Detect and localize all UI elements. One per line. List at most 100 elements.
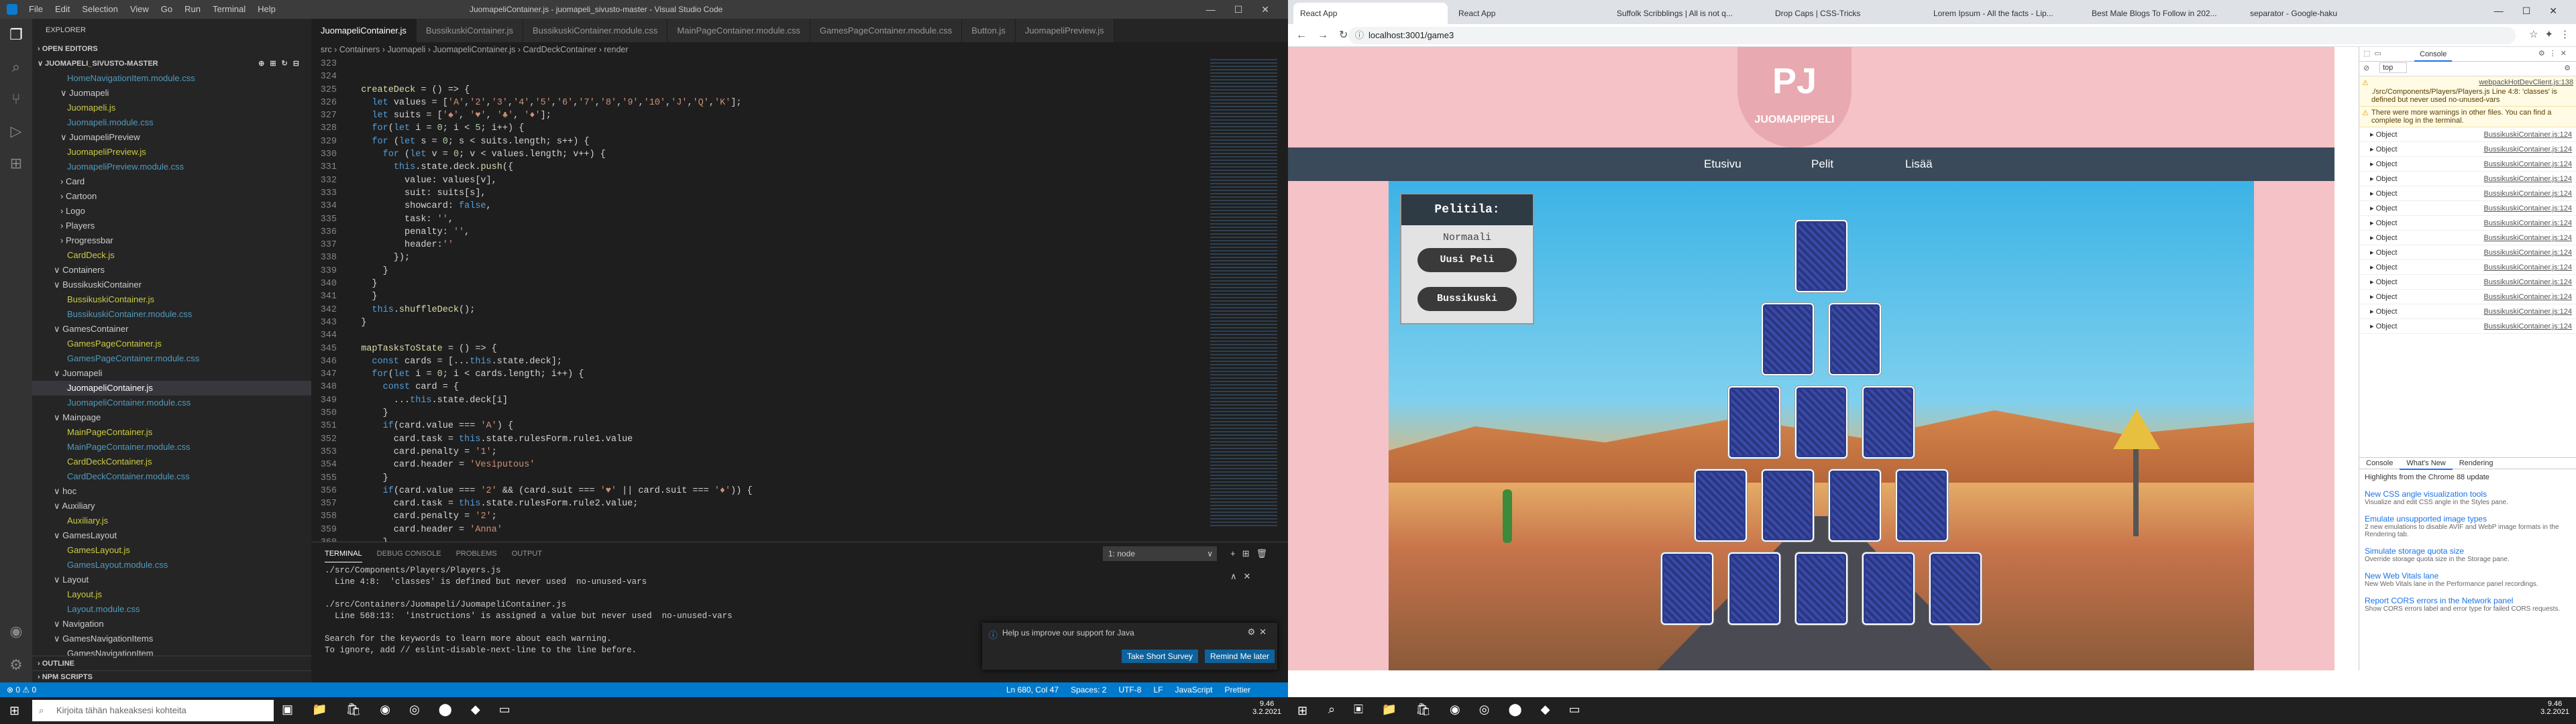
console-object-row[interactable]: ▸ Object BussikuskiContainer.js:124 — [2359, 319, 2576, 334]
playing-card-back[interactable] — [1896, 469, 1948, 542]
code-line[interactable]: 341 } — [311, 290, 1183, 303]
code-line[interactable]: 334 showcard: false, — [311, 200, 1183, 213]
search-icon[interactable]: ⌕ — [0, 51, 32, 83]
code-line[interactable]: 345 mapTasksToState = () => { — [311, 343, 1183, 355]
code-line[interactable]: 338 }); — [311, 251, 1183, 264]
tree-item[interactable]: GamesPageContainer.module.css — [32, 351, 311, 366]
object-source[interactable]: BussikuskiContainer.js:124 — [2484, 172, 2572, 186]
code-line[interactable]: 331 this.state.deck.push({ — [311, 161, 1183, 174]
code-line[interactable]: 350 } — [311, 407, 1183, 420]
tree-item[interactable]: MainPageContainer.js — [32, 425, 311, 440]
code-line[interactable]: 335 task: '', — [311, 213, 1183, 226]
news-title[interactable]: Report CORS errors in the Network panel — [2365, 596, 2566, 605]
news-item[interactable]: Simulate storage quota size Override stor… — [2365, 546, 2566, 563]
console-settings-icon[interactable]: ⚙ — [2564, 64, 2571, 72]
code-line[interactable]: 344 — [311, 329, 1183, 342]
code-line[interactable]: 356 if(card.value === '2' && (card.suit … — [311, 485, 1183, 497]
tree-item[interactable]: HomeNavigationItem.module.css — [32, 71, 311, 86]
terminal-select[interactable]: 1: node ∨ — [1103, 546, 1217, 561]
tree-item[interactable]: ∨ Layout — [32, 572, 311, 587]
object-source[interactable]: BussikuskiContainer.js:124 — [2484, 260, 2572, 275]
tree-item[interactable]: CardDeckContainer.js — [32, 455, 311, 469]
code-line[interactable]: 323 — [311, 58, 1183, 70]
menu-item-file[interactable]: File — [23, 0, 49, 19]
playing-card-back[interactable] — [1728, 552, 1780, 625]
console-object-row[interactable]: ▸ Object BussikuskiContainer.js:124 — [2359, 304, 2576, 319]
status-item[interactable]: UTF-8 — [1118, 685, 1141, 695]
menu-item-edit[interactable]: Edit — [49, 0, 76, 19]
code-line[interactable]: 348 const card = { — [311, 381, 1183, 394]
object-source[interactable]: BussikuskiContainer.js:124 — [2484, 275, 2572, 290]
object-source[interactable]: BussikuskiContainer.js:124 — [2484, 290, 2572, 304]
console-object-row[interactable]: ▸ Object BussikuskiContainer.js:124 — [2359, 231, 2576, 245]
object-source[interactable]: BussikuskiContainer.js:124 — [2484, 201, 2572, 216]
tree-item[interactable]: ∨ GamesContainer — [32, 322, 311, 337]
account-icon[interactable]: ◉ — [0, 615, 32, 648]
code-line[interactable]: 328 for(let i = 0; i < 5; i++) { — [311, 122, 1183, 135]
console-warning-2[interactable]: ⚠ There were more warnings in other files… — [2359, 107, 2576, 127]
console-object-row[interactable]: ▸ Object BussikuskiContainer.js:124 — [2359, 275, 2576, 290]
tree-item[interactable]: ∨ Containers — [32, 263, 311, 278]
tree-item[interactable]: JuomapeliPreview.js — [32, 145, 311, 160]
console-warning-1[interactable]: ⚠ webpackHotDevClient.js:138 ./src/Compone… — [2359, 76, 2576, 107]
code-line[interactable]: 343 } — [311, 316, 1183, 329]
tree-item[interactable]: ∨ JuomapeliPreview — [32, 130, 311, 145]
panel-tab-debug-console[interactable]: DEBUG CONSOLE — [377, 550, 441, 558]
browser-tab[interactable]: Best Male Blogs To Follow in 202... — [2085, 3, 2239, 24]
tree-item[interactable]: ∨ Navigation — [32, 617, 311, 631]
news-item[interactable]: Report CORS errors in the Network panel S… — [2365, 596, 2566, 613]
app-logo[interactable]: PJ JUOMAPIPPELI — [1737, 47, 1851, 147]
nav-lisaa[interactable]: Lisää — [1905, 158, 1933, 171]
tree-item[interactable]: Juomapeli.module.css — [32, 115, 311, 130]
code-line[interactable]: 352 card.task = this.state.rulesForm.rul… — [311, 433, 1183, 446]
windows-start-icon[interactable]: ⊞ — [9, 704, 19, 718]
minimap[interactable] — [1210, 59, 1277, 528]
browser-tab[interactable]: Suffolk Scribblings | All is not q... — [1610, 3, 1764, 24]
playing-card-back[interactable] — [1862, 386, 1915, 459]
source-control-icon[interactable]: ⑂ — [0, 83, 32, 115]
tree-item[interactable]: ∨ Mainpage — [32, 410, 311, 425]
editor-tab[interactable]: BussikuskiContainer.module.css — [523, 19, 668, 42]
code-line[interactable]: 342 this.shuffleDeck(); — [311, 304, 1183, 316]
code-line[interactable]: 349 ...this.state.deck[i] — [311, 394, 1183, 407]
news-title[interactable]: New CSS angle visualization tools — [2365, 489, 2566, 499]
settings-gear-icon[interactable]: ⚙ — [0, 649, 32, 681]
code-line[interactable]: 359 card.header = 'Anna' — [311, 524, 1183, 536]
browser-tab[interactable]: React App — [1293, 3, 1448, 24]
drawer-tab[interactable]: What's New — [2400, 458, 2453, 470]
console-object-row[interactable]: ▸ Object BussikuskiContainer.js:124 — [2359, 186, 2576, 201]
code-line[interactable]: 358 card.penalty = '2'; — [311, 510, 1183, 523]
drawer-tab[interactable]: Rendering — [2453, 458, 2500, 469]
console-object-row[interactable]: ▸ Object BussikuskiContainer.js:124 — [2359, 127, 2576, 142]
terminal-actions-icon[interactable]: +⊞🗑∧✕ — [1230, 542, 1288, 588]
browser-tab[interactable]: React App — [1452, 3, 1606, 24]
breadcrumb[interactable]: src › Containers › Juomapeli › Juomapeli… — [311, 42, 1288, 57]
console-object-row[interactable]: ▸ Object BussikuskiContainer.js:124 — [2359, 216, 2576, 231]
panel-tab-output[interactable]: OUTPUT — [512, 550, 542, 558]
devtools-menu-icon[interactable]: ⚙⋮✕ — [2538, 49, 2571, 58]
news-item[interactable]: New Web Vitals lane New Web Vitals lane i… — [2365, 571, 2566, 588]
tree-item[interactable]: ∨ GamesLayout — [32, 528, 311, 543]
extensions-icon[interactable]: ☆✦⋮ — [2529, 28, 2576, 40]
tree-item[interactable]: › Players — [32, 219, 311, 233]
tree-item[interactable]: CardDeck.js — [32, 248, 311, 263]
open-editors-header[interactable]: › OPEN EDITORS — [32, 42, 311, 56]
editor-tab[interactable]: BussikuskiContainer.js — [416, 19, 523, 42]
browser-tab[interactable]: separator - Google-haku — [2243, 3, 2398, 24]
news-title[interactable]: Simulate storage quota size — [2365, 546, 2566, 556]
editor-tab[interactable]: GamesPageContainer.module.css — [810, 19, 963, 42]
object-source[interactable]: BussikuskiContainer.js:124 — [2484, 319, 2572, 334]
code-line[interactable]: 329 for (let s = 0; s < suits.length; s+… — [311, 135, 1183, 148]
tree-item[interactable]: JuomapeliContainer.module.css — [32, 396, 311, 410]
tree-item[interactable]: GamesLayout.module.css — [32, 558, 311, 572]
code-line[interactable]: 353 card.penalty = '1'; — [311, 446, 1183, 459]
run-debug-icon[interactable]: ▷ — [0, 115, 32, 147]
news-title[interactable]: New Web Vitals lane — [2365, 571, 2566, 581]
object-source[interactable]: BussikuskiContainer.js:124 — [2484, 157, 2572, 172]
tree-item[interactable]: JuomapeliPreview.module.css — [32, 160, 311, 174]
object-source[interactable]: BussikuskiContainer.js:124 — [2484, 127, 2572, 142]
news-item[interactable]: New CSS angle visualization tools Visuali… — [2365, 489, 2566, 506]
nav-pelit[interactable]: Pelit — [1811, 158, 1833, 171]
editor-tab[interactable]: Button.js — [962, 19, 1016, 42]
tree-item[interactable]: ∨ Juomapeli — [32, 366, 311, 381]
